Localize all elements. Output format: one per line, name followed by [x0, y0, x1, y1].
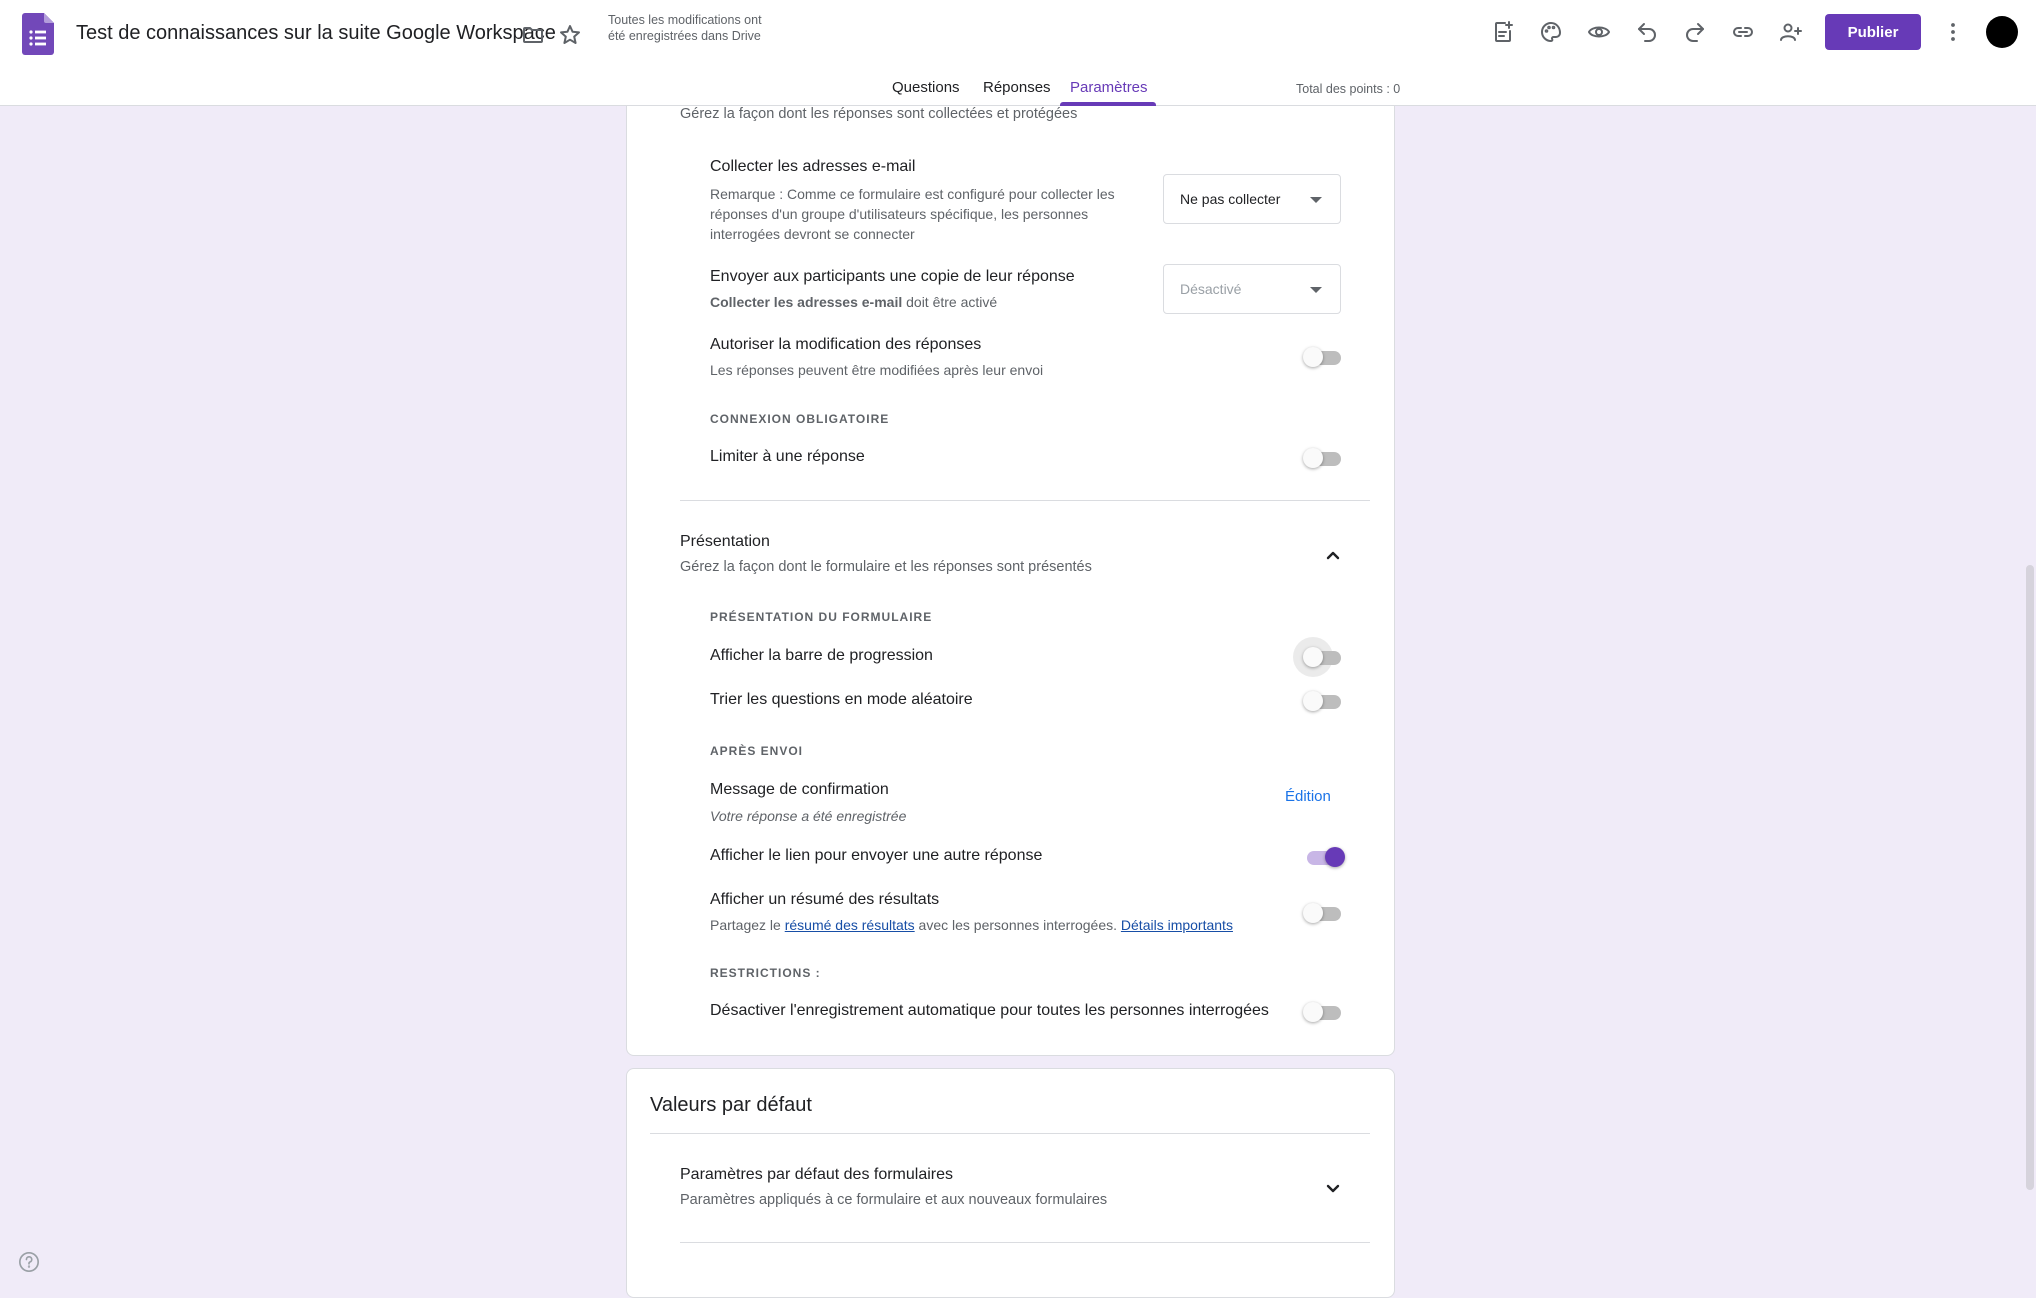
form-presentation-header: PRÉSENTATION DU FORMULAIRE [710, 610, 933, 624]
tab-settings[interactable]: Paramètres [1070, 79, 1148, 96]
collect-email-desc-line-2: réponses d'un groupe d'utilisateurs spéc… [710, 206, 1089, 222]
collect-email-desc-line-3: interrogées devront se connecter [710, 226, 915, 242]
redo-icon[interactable] [1675, 12, 1715, 52]
limit-one-response-title: Limiter à une réponse [710, 448, 865, 465]
send-copy-select-value: Désactivé [1180, 281, 1242, 297]
scrollbar-thumb[interactable] [2026, 565, 2034, 1190]
confirmation-message-title: Message de confirmation [710, 781, 889, 798]
collect-email-title: Collecter les adresses e-mail [710, 158, 916, 175]
dropdown-arrow-icon [1310, 287, 1322, 293]
send-copy-desc: Collecter les adresses e-mail doit être … [710, 292, 997, 312]
after-submit-header: APRÈS ENVOI [710, 744, 804, 758]
settings-card-defaults: Valeurs par défaut Paramètres par défaut… [626, 1068, 1395, 1298]
send-copy-select[interactable]: Désactivé [1163, 264, 1341, 314]
collect-email-desc-line-1: Remarque : Comme ce formulaire est confi… [710, 186, 1115, 202]
collect-email-select-value: Ne pas collecter [1180, 191, 1281, 207]
important-details-link[interactable]: Détails importants [1121, 917, 1233, 933]
tab-questions[interactable]: Questions [892, 79, 960, 96]
send-copy-desc-bold: Collecter les adresses e-mail [710, 294, 903, 310]
progress-bar-toggle[interactable] [1293, 637, 1347, 677]
restrictions-header: RESTRICTIONS : [710, 966, 821, 980]
send-copy-title: Envoyer aux participants une copie de le… [710, 268, 1075, 285]
star-icon[interactable] [550, 15, 590, 55]
defaults-section-title: Valeurs par défaut [650, 1094, 812, 1116]
progress-bar-title: Afficher la barre de progression [710, 647, 933, 664]
undo-icon[interactable] [1627, 12, 1667, 52]
publish-button[interactable]: Publier [1825, 14, 1921, 50]
edit-confirmation-button[interactable]: Édition [1285, 788, 1331, 805]
document-title[interactable]: Test de connaissances sur la suite Googl… [76, 22, 556, 45]
tab-responses[interactable]: Réponses [983, 79, 1051, 96]
avatar[interactable] [1986, 16, 2018, 48]
allow-edit-title: Autoriser la modification des réponses [710, 336, 982, 353]
shuffle-questions-title: Trier les questions en mode aléatoire [710, 691, 973, 708]
responses-section-subtitle: Gérez la façon dont les réponses sont co… [680, 106, 1078, 122]
limit-one-response-toggle[interactable] [1303, 446, 1347, 470]
results-summary-desc-middle: avec les personnes interrogées. [914, 917, 1121, 933]
another-response-link-title: Afficher le lien pour envoyer une autre … [710, 847, 1043, 864]
collect-email-select[interactable]: Ne pas collecter [1163, 174, 1341, 224]
presentation-section-subtitle: Gérez la façon dont le formulaire et les… [680, 559, 1092, 575]
confirmation-message-text: Votre réponse a été enregistrée [710, 808, 907, 824]
disable-autosave-title: Désactiver l'enregistrement automatique … [710, 1002, 1269, 1019]
folder-icon[interactable] [513, 15, 553, 55]
allow-edit-toggle[interactable] [1303, 345, 1347, 369]
forms-app-icon[interactable] [22, 13, 54, 55]
form-defaults-title: Paramètres par défaut des formulaires [680, 1166, 954, 1183]
another-response-link-toggle[interactable] [1303, 845, 1347, 869]
help-icon[interactable] [18, 1251, 40, 1273]
form-defaults-desc: Paramètres appliqués à ce formulaire et … [680, 1192, 1108, 1208]
disable-autosave-toggle[interactable] [1303, 1000, 1347, 1024]
results-summary-toggle[interactable] [1303, 901, 1347, 925]
preview-eye-icon[interactable] [1579, 12, 1619, 52]
more-vert-icon[interactable] [1933, 12, 1973, 52]
shuffle-questions-toggle[interactable] [1303, 689, 1347, 713]
tab-bar: Questions Réponses Paramètres Total des … [0, 74, 2036, 106]
presentation-section-title: Présentation [680, 533, 770, 550]
signin-required-header: CONNEXION OBLIGATOIRE [710, 412, 890, 426]
palette-icon[interactable] [1531, 12, 1571, 52]
chevron-down-icon[interactable] [1321, 1176, 1345, 1200]
add-on-icon[interactable] [1483, 12, 1523, 52]
active-tab-indicator [1060, 102, 1156, 106]
allow-edit-desc: Les réponses peuvent être modifiées aprè… [710, 362, 1044, 378]
chevron-up-icon[interactable] [1321, 543, 1345, 567]
add-collaborator-icon[interactable] [1771, 12, 1811, 52]
results-summary-desc: Partagez le résumé des résultats avec le… [710, 915, 1233, 935]
section-divider [680, 500, 1370, 501]
section-divider [650, 1133, 1370, 1134]
results-summary-link[interactable]: résumé des résultats [785, 917, 915, 933]
results-summary-desc-prefix: Partagez le [710, 917, 785, 933]
section-divider [680, 1242, 1370, 1243]
points-total: Total des points : 0 [1296, 82, 1401, 96]
send-copy-desc-rest: doit être activé [902, 294, 998, 310]
save-status: Toutes les modifications ont été enregis… [608, 13, 762, 43]
link-icon[interactable] [1723, 12, 1763, 52]
settings-card-responses-presentation: Gérez la façon dont les réponses sont co… [626, 70, 1395, 1056]
dropdown-arrow-icon [1310, 197, 1322, 203]
results-summary-title: Afficher un résumé des résultats [710, 891, 940, 908]
top-app-bar: Test de connaissances sur la suite Googl… [0, 0, 2036, 106]
